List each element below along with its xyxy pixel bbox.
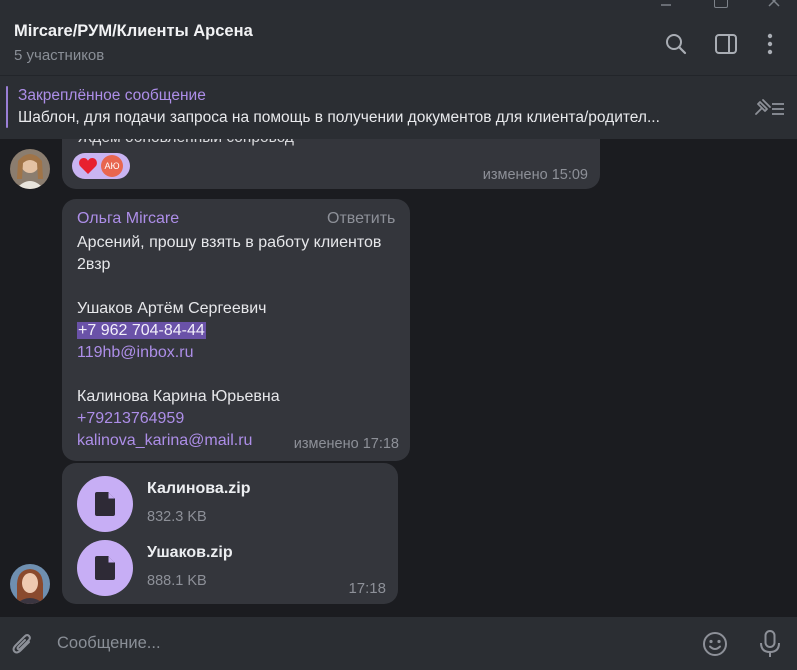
message-line: 119hb@inbox.ru: [77, 342, 381, 364]
email-link[interactable]: kalinova_karina@mail.ru: [77, 432, 252, 449]
chat-title[interactable]: Mircare/РУМ/Клиенты Арсена: [14, 22, 253, 41]
chat-header[interactable]: Mircare/РУМ/Клиенты Арсена 5 участников: [0, 10, 797, 75]
message-time: 17:18: [348, 580, 386, 597]
emoji-icon[interactable]: [702, 631, 728, 657]
message-input[interactable]: Сообщение...: [57, 634, 161, 653]
sender-name[interactable]: Ольга Mircare: [77, 210, 179, 228]
reaction-badge[interactable]: АЮ: [72, 153, 130, 179]
pinned-message-bar[interactable]: Закреплённое сообщение Шаблон, для подач…: [0, 75, 797, 139]
message-composer[interactable]: Сообщение...: [0, 617, 797, 670]
maximize-icon[interactable]: [714, 0, 728, 8]
close-icon[interactable]: [768, 0, 780, 7]
file-icon[interactable]: [77, 540, 133, 596]
file-name[interactable]: Калинова.zip: [147, 480, 250, 498]
search-icon[interactable]: [664, 32, 688, 56]
message-line: 2взр: [77, 256, 111, 273]
file-attachment[interactable]: Калинова.zip 832.3 KB: [77, 476, 377, 536]
message-line: Ушаков Артём Сергеевич: [77, 300, 267, 317]
message-line: Арсений, прошу взять в работу клиентов: [77, 234, 382, 251]
pin-list-icon[interactable]: [751, 96, 787, 120]
message-line: +7 962 704-84-44: [77, 320, 381, 342]
message-text: Арсений, прошу взять в работу клиентов 2…: [77, 232, 381, 452]
message-line: [77, 276, 381, 298]
reaction-user-avatar: АЮ: [101, 155, 123, 177]
message-bubble[interactable]: Ждем обновленный сопровод АЮ изменено 15…: [62, 139, 600, 189]
message-line: Калинова Карина Юрьевна: [77, 388, 280, 405]
microphone-icon[interactable]: [757, 629, 783, 659]
member-count[interactable]: 5 участников: [14, 47, 104, 64]
sidebar-toggle-icon[interactable]: [714, 32, 738, 56]
file-name[interactable]: Ушаков.zip: [147, 544, 233, 562]
reply-button[interactable]: Ответить: [327, 210, 395, 228]
paperclip-icon[interactable]: [10, 631, 36, 657]
more-vertical-icon[interactable]: [758, 32, 782, 56]
file-attachment[interactable]: Ушаков.zip 888.1 KB: [77, 540, 377, 600]
message-line: +79213764959: [77, 408, 381, 430]
heart-icon: [78, 156, 98, 176]
message-bubble[interactable]: Калинова.zip 832.3 KB Ушаков.zip 888.1 K…: [62, 463, 398, 604]
phone-link[interactable]: +7 962 704-84-44: [77, 322, 206, 339]
avatar[interactable]: [10, 564, 50, 604]
message-list[interactable]: Ждем обновленный сопровод АЮ изменено 15…: [0, 139, 797, 617]
email-link[interactable]: 119hb@inbox.ru: [77, 344, 193, 361]
file-size: 888.1 KB: [147, 573, 207, 589]
message-bubble[interactable]: Ольга Mircare Ответить Арсений, прошу вз…: [62, 199, 410, 461]
message-time: изменено 17:18: [293, 436, 399, 452]
minimize-icon[interactable]: [660, 0, 672, 6]
message-time: изменено 15:09: [482, 167, 588, 183]
pinned-indicator: [6, 86, 8, 128]
window-titlebar: [0, 0, 797, 10]
file-icon[interactable]: [77, 476, 133, 532]
message-text: Ждем обновленный сопровод: [78, 139, 294, 147]
file-size: 832.3 KB: [147, 509, 207, 525]
message-line: [77, 364, 381, 386]
pinned-text: Шаблон, для подачи запроса на помощь в п…: [18, 109, 660, 126]
pinned-title: Закреплённое сообщение: [18, 87, 206, 104]
phone-link[interactable]: +79213764959: [77, 410, 184, 427]
avatar[interactable]: [10, 149, 50, 189]
